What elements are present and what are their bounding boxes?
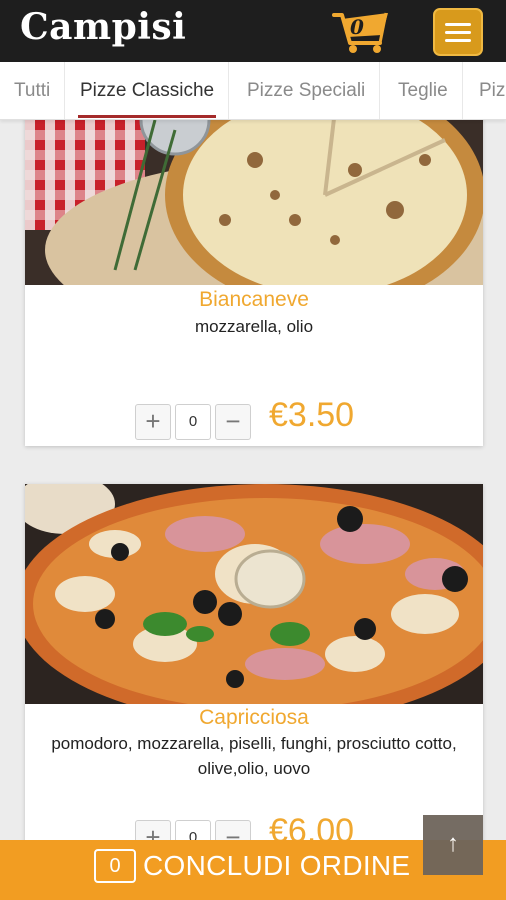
increase-quantity-button[interactable]: +	[135, 404, 171, 440]
product-image	[25, 100, 483, 285]
tab-tutti[interactable]: Tutti	[0, 62, 66, 119]
app-header: Campisi 0	[0, 0, 506, 62]
product-image	[25, 484, 483, 704]
tab-teglie[interactable]: Teglie	[384, 62, 463, 119]
product-card: Biancaneve mozzarella, olio + 0 − €3.50	[25, 100, 483, 446]
product-name: Biancaneve	[199, 288, 309, 311]
tab-pizze-speciali[interactable]: Pizze Speciali	[233, 62, 381, 119]
order-count-badge: 0	[94, 849, 136, 883]
hamburger-menu-icon	[445, 23, 471, 26]
arrow-up-icon: ↑	[447, 830, 459, 857]
cart-count: 0	[350, 15, 364, 39]
complete-order-label: CONCLUDI ORDINE	[143, 850, 411, 881]
tab-pizze-classiche[interactable]: Pizze Classiche	[66, 62, 230, 119]
menu-button[interactable]	[433, 8, 483, 56]
cart-button[interactable]: 0	[330, 9, 392, 55]
product-card: Capricciosa pomodoro, mozzarella, pisell…	[25, 484, 483, 864]
product-description: pomodoro, mozzarella, piselli, funghi, p…	[51, 734, 457, 778]
scroll-to-top-button[interactable]: ↑	[423, 815, 483, 875]
hamburger-bar	[445, 31, 471, 34]
hamburger-bar	[445, 39, 471, 42]
product-name: Capricciosa	[199, 706, 309, 729]
brand-logo[interactable]: Campisi	[20, 6, 186, 48]
product-description: mozzarella, olio	[194, 317, 314, 336]
product-price: €3.50	[269, 396, 355, 434]
tab-pizze-more[interactable]: Piz	[465, 62, 506, 119]
quantity-input[interactable]: 0	[175, 404, 211, 440]
decrease-quantity-button[interactable]: −	[215, 404, 251, 440]
category-tabs: Tutti Pizze Classiche Pizze Speciali Teg…	[0, 62, 506, 120]
